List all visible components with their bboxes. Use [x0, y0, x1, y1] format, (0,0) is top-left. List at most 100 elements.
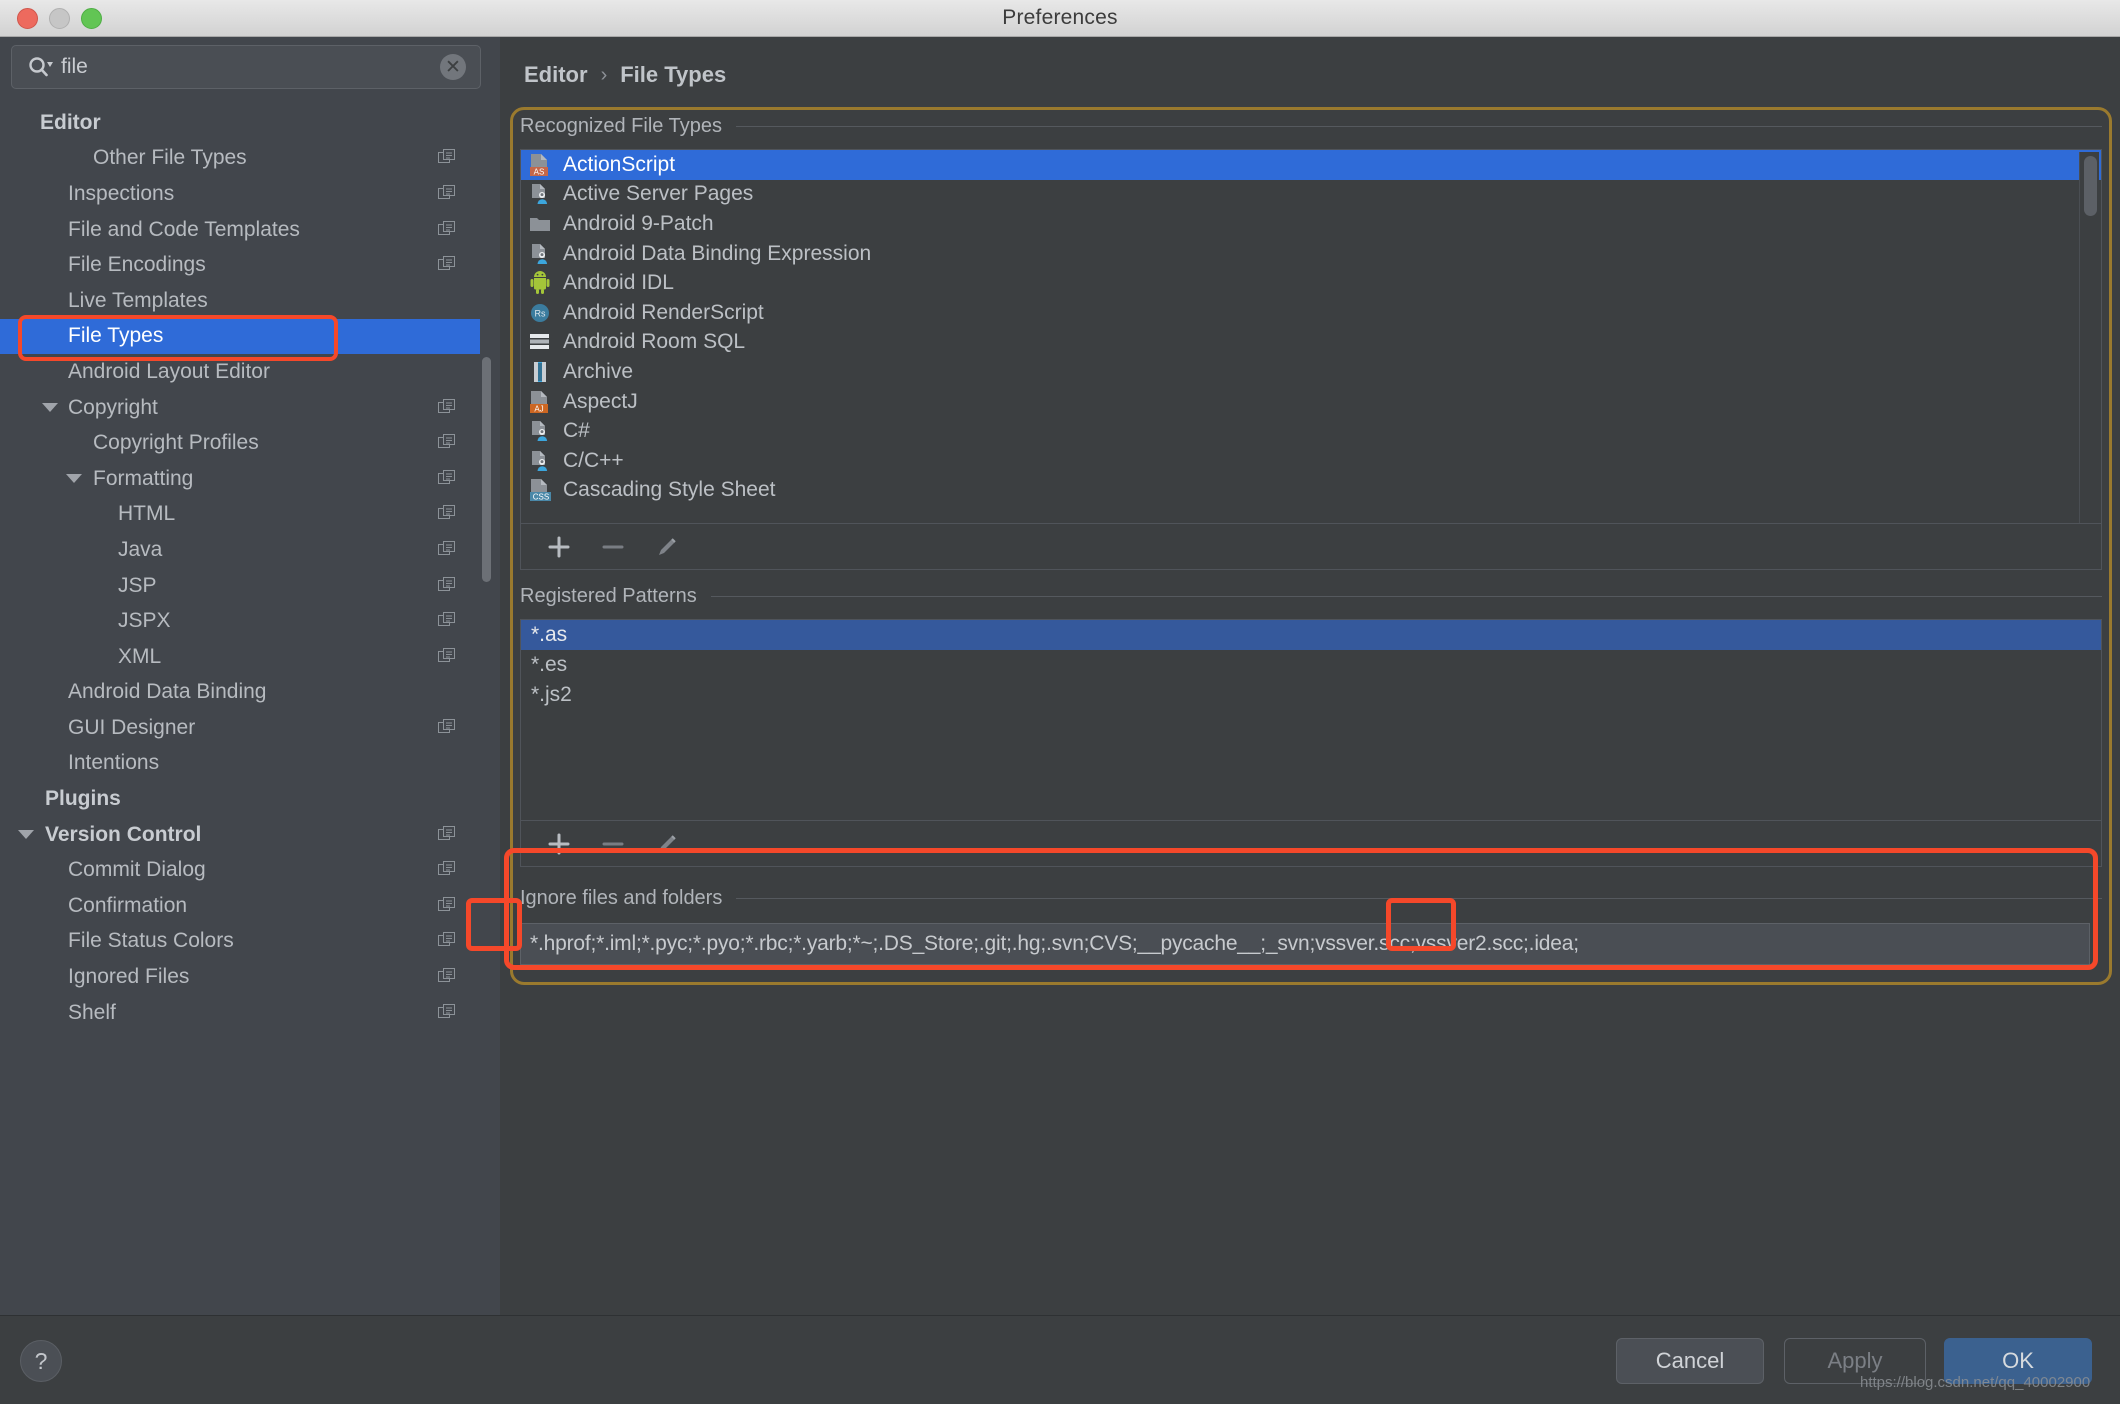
minimize-window-button[interactable]: [49, 7, 70, 29]
sidebar-item-plugins[interactable]: Plugins: [0, 781, 480, 817]
remove-pattern-button[interactable]: [591, 826, 635, 862]
sidebar-item-android-data-binding[interactable]: Android Data Binding: [0, 675, 480, 711]
copy-settings-icon[interactable]: [438, 469, 456, 488]
help-icon[interactable]: ?: [20, 1340, 62, 1382]
sidebar-item-gui-designer[interactable]: GUI Designer: [0, 710, 480, 746]
settings-tree[interactable]: Editor Other File Types Inspections File an…: [0, 105, 480, 1315]
ignore-files-input[interactable]: [520, 923, 2090, 965]
breadcrumb-current: File Types: [620, 62, 727, 87]
sidebar-item-file-status-colors[interactable]: File Status Colors: [0, 924, 480, 960]
file-type-row[interactable]: Android Room SQL: [521, 328, 2101, 358]
file-type-row[interactable]: Android 9-Patch: [521, 209, 2101, 239]
recognized-file-types-list[interactable]: AS ActionScript Active Server Pages Android…: [520, 149, 2102, 524]
sidebar-item-label: File Encodings: [68, 253, 206, 277]
add-pattern-button[interactable]: [537, 826, 581, 862]
file-types-scrollbar[interactable]: [2079, 152, 2099, 523]
file-type-row[interactable]: CSS Cascading Style Sheet: [521, 476, 2101, 506]
copy-settings-icon[interactable]: [438, 1003, 456, 1022]
sidebar-item-label: Android Layout Editor: [68, 359, 270, 383]
copy-settings-icon[interactable]: [438, 825, 456, 844]
sidebar-scrollbar[interactable]: [482, 357, 491, 582]
sidebar-item-copyright-profiles[interactable]: Copyright Profiles: [0, 425, 480, 461]
dialog-footer: ? Cancel Apply OK https://blog.csdn.net/…: [0, 1315, 2120, 1404]
edit-pencil-icon[interactable]: [645, 826, 689, 862]
file-types-scrollbar-thumb[interactable]: [2084, 156, 2097, 216]
chevron-down-icon[interactable]: [42, 403, 58, 413]
sidebar-item-jspx[interactable]: JSPX: [0, 603, 480, 639]
file-type-row[interactable]: AJ AspectJ: [521, 387, 2101, 417]
copy-settings-icon[interactable]: [438, 220, 456, 239]
copy-settings-icon[interactable]: [438, 398, 456, 417]
sidebar-item-version-control[interactable]: Version Control: [0, 817, 480, 853]
copy-settings-icon[interactable]: [438, 932, 456, 950]
file-type-row[interactable]: Rs Android RenderScript: [521, 298, 2101, 328]
divider: [736, 898, 2102, 899]
copy-settings-icon[interactable]: [438, 576, 456, 595]
sidebar-item-live-templates[interactable]: Live Templates: [0, 283, 480, 319]
file-type-row[interactable]: C#: [521, 416, 2101, 446]
sidebar-item-label: JSP: [118, 573, 157, 597]
pattern-row[interactable]: *.es: [521, 650, 2101, 680]
sidebar-item-file-and-code-templates[interactable]: File and Code Templates: [0, 212, 480, 248]
folder-icon: [529, 212, 551, 236]
sidebar-item-label: Copyright Profiles: [93, 431, 259, 455]
chevron-down-icon[interactable]: [18, 830, 34, 840]
sidebar-item-commit-dialog[interactable]: Commit Dialog: [0, 852, 480, 888]
add-file-type-button[interactable]: [537, 529, 581, 565]
close-window-button[interactable]: [17, 7, 38, 29]
remove-file-type-button[interactable]: [591, 529, 635, 565]
copy-settings-icon[interactable]: [438, 505, 456, 523]
registered-patterns-list[interactable]: *.as *.es *.js2: [520, 619, 2102, 821]
pattern-row[interactable]: *.js2: [521, 680, 2101, 710]
sidebar-item-label: Inspections: [68, 181, 175, 205]
chevron-down-icon[interactable]: [66, 474, 82, 484]
sidebar-item-formatting[interactable]: Formatting: [0, 461, 480, 497]
file-type-row[interactable]: AS ActionScript: [521, 150, 2101, 180]
copy-settings-icon[interactable]: [438, 434, 456, 452]
copy-settings-icon[interactable]: [438, 861, 456, 879]
copy-settings-icon[interactable]: [438, 612, 456, 630]
maximize-window-button[interactable]: [81, 7, 102, 29]
sidebar-item-confirmation[interactable]: Confirmation: [0, 888, 480, 924]
copy-settings-icon[interactable]: [438, 540, 456, 559]
sidebar-item-editor[interactable]: Editor: [0, 105, 480, 141]
cancel-button[interactable]: Cancel: [1616, 1338, 1764, 1384]
sidebar-item-ignored-files[interactable]: Ignored Files: [0, 959, 480, 995]
copy-settings-icon[interactable]: [438, 256, 456, 274]
clear-icon[interactable]: ✕: [440, 54, 466, 80]
pattern-row[interactable]: *.as: [521, 620, 2101, 650]
settings-search-box[interactable]: ✕: [11, 45, 481, 89]
sidebar-item-xml[interactable]: XML: [0, 639, 480, 675]
file-type-row[interactable]: Archive: [521, 357, 2101, 387]
copy-settings-icon[interactable]: [438, 718, 456, 737]
sidebar-item-label: Java: [118, 537, 163, 561]
file-type-row[interactable]: Android IDL: [521, 268, 2101, 298]
file-type-row[interactable]: C/C++: [521, 446, 2101, 476]
window-traffic-lights: [17, 7, 102, 29]
file-type-row[interactable]: Active Server Pages: [521, 180, 2101, 210]
copy-settings-icon[interactable]: [438, 184, 456, 203]
copy-settings-icon[interactable]: [438, 149, 456, 167]
sidebar-item-other-file-types[interactable]: Other File Types: [0, 141, 480, 177]
sidebar-item-java[interactable]: Java: [0, 532, 480, 568]
edit-pencil-icon[interactable]: [645, 529, 689, 565]
breadcrumb-parent[interactable]: Editor: [524, 62, 588, 88]
svg-text:AJ: AJ: [534, 404, 543, 413]
sidebar-item-html[interactable]: HTML: [0, 497, 480, 533]
file-type-row[interactable]: Android Data Binding Expression: [521, 239, 2101, 269]
copy-settings-icon[interactable]: [438, 647, 456, 666]
file-type-label: Android Room SQL: [563, 330, 746, 354]
search-input[interactable]: [61, 55, 440, 79]
sidebar-item-file-encodings[interactable]: File Encodings: [0, 247, 480, 283]
sidebar-item-jsp[interactable]: JSP: [0, 568, 480, 604]
sidebar-item-label: Plugins: [45, 787, 121, 811]
sidebar-item-label: Confirmation: [68, 893, 188, 917]
copy-settings-icon[interactable]: [438, 968, 456, 986]
sidebar-item-inspections[interactable]: Inspections: [0, 176, 480, 212]
sidebar-item-shelf[interactable]: Shelf: [0, 995, 480, 1031]
sidebar-item-file-types[interactable]: File Types: [0, 318, 480, 355]
sidebar-item-copyright[interactable]: Copyright: [0, 390, 480, 426]
copy-settings-icon[interactable]: [438, 896, 456, 915]
sidebar-item-android-layout-editor[interactable]: Android Layout Editor: [0, 354, 480, 390]
sidebar-item-intentions[interactable]: Intentions: [0, 746, 480, 782]
